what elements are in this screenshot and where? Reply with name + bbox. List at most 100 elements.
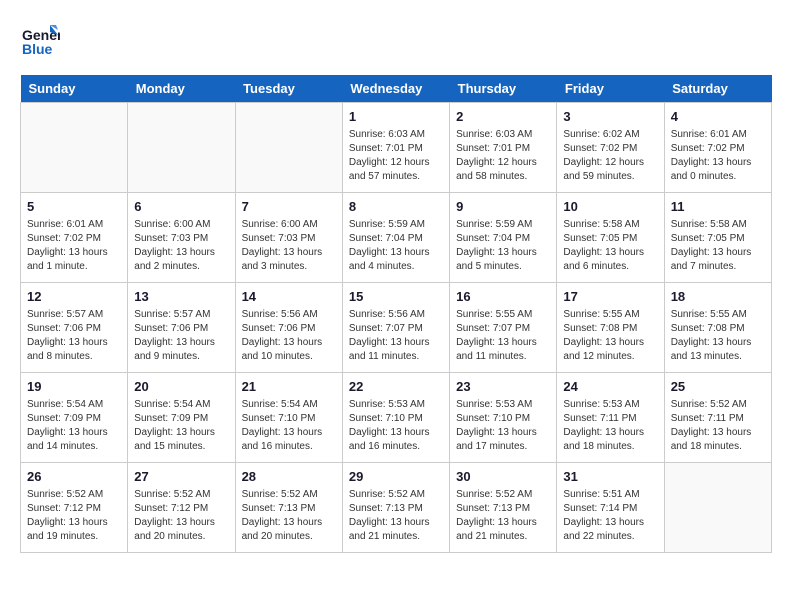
day-number: 12 — [27, 288, 121, 306]
day-header-sunday: Sunday — [21, 75, 128, 103]
calendar-week-4: 19Sunrise: 5:54 AMSunset: 7:09 PMDayligh… — [21, 373, 772, 463]
day-number: 8 — [349, 198, 443, 216]
calendar-cell: 13Sunrise: 5:57 AMSunset: 7:06 PMDayligh… — [128, 283, 235, 373]
calendar-cell: 4Sunrise: 6:01 AMSunset: 7:02 PMDaylight… — [664, 103, 771, 193]
calendar-week-2: 5Sunrise: 6:01 AMSunset: 7:02 PMDaylight… — [21, 193, 772, 283]
day-info: Sunrise: 5:52 AMSunset: 7:12 PMDaylight:… — [134, 488, 228, 544]
day-info: Sunrise: 5:57 AMSunset: 7:06 PMDaylight:… — [134, 308, 228, 364]
day-number: 6 — [134, 198, 228, 216]
day-number: 30 — [456, 468, 550, 486]
day-info: Sunrise: 5:52 AMSunset: 7:13 PMDaylight:… — [242, 488, 336, 544]
calendar-cell: 16Sunrise: 5:55 AMSunset: 7:07 PMDayligh… — [450, 283, 557, 373]
day-info: Sunrise: 6:00 AMSunset: 7:03 PMDaylight:… — [242, 218, 336, 274]
calendar-cell: 19Sunrise: 5:54 AMSunset: 7:09 PMDayligh… — [21, 373, 128, 463]
calendar-cell: 2 Sunrise: 6:03 AMSunset: 7:01 PMDaylight… — [450, 103, 557, 193]
day-info: Sunrise: 5:52 AMSunset: 7:13 PMDaylight:… — [456, 488, 550, 544]
calendar-cell: 29 Sunrise: 5:52 AMSunset: 7:13 PMDayligh… — [342, 463, 449, 553]
calendar-cell: 11 Sunrise: 5:58 AMSunset: 7:05 PMDayligh… — [664, 193, 771, 283]
day-info: Sunrise: 5:55 AMSunset: 7:08 PMDaylight:… — [671, 308, 765, 364]
calendar-week-3: 12 Sunrise: 5:57 AMSunset: 7:06 PMDayligh… — [21, 283, 772, 373]
day-number: 26 — [27, 468, 121, 486]
calendar-cell: 24 Sunrise: 5:53 AMSunset: 7:11 PMDayligh… — [557, 373, 664, 463]
calendar-cell: 21 Sunrise: 5:54 AMSunset: 7:10 PMDayligh… — [235, 373, 342, 463]
calendar-cell: 12 Sunrise: 5:57 AMSunset: 7:06 PMDayligh… — [21, 283, 128, 373]
day-info: Sunrise: 5:55 AMSunset: 7:07 PMDaylight:… — [456, 308, 550, 364]
day-info: Sunrise: 5:57 AMSunset: 7:06 PMDaylight:… — [27, 308, 121, 364]
calendar-cell: 25 Sunrise: 5:52 AMSunset: 7:11 PMDayligh… — [664, 373, 771, 463]
day-number: 25 — [671, 378, 765, 396]
logo-icon: General Blue — [20, 20, 60, 65]
page-header: General Blue — [20, 20, 772, 65]
day-number: 11 — [671, 198, 765, 216]
day-number: 20 — [134, 378, 228, 396]
day-info: Sunrise: 6:00 AMSunset: 7:03 PMDaylight:… — [134, 218, 228, 274]
calendar-cell: 10Sunrise: 5:58 AMSunset: 7:05 PMDayligh… — [557, 193, 664, 283]
calendar-cell: 20 Sunrise: 5:54 AMSunset: 7:09 PMDayligh… — [128, 373, 235, 463]
day-number: 9 — [456, 198, 550, 216]
day-number: 2 — [456, 108, 550, 126]
calendar-week-5: 26 Sunrise: 5:52 AMSunset: 7:12 PMDayligh… — [21, 463, 772, 553]
day-info: Sunrise: 6:01 AMSunset: 7:02 PMDaylight:… — [671, 128, 765, 184]
calendar-cell: 7 Sunrise: 6:00 AMSunset: 7:03 PMDaylight… — [235, 193, 342, 283]
day-info: Sunrise: 5:52 AMSunset: 7:13 PMDaylight:… — [349, 488, 443, 544]
calendar-body: 1 Sunrise: 6:03 AMSunset: 7:01 PMDaylight… — [21, 103, 772, 553]
calendar-cell — [21, 103, 128, 193]
day-number: 7 — [242, 198, 336, 216]
day-info: Sunrise: 5:54 AMSunset: 7:10 PMDaylight:… — [242, 398, 336, 454]
calendar-cell: 28 Sunrise: 5:52 AMSunset: 7:13 PMDayligh… — [235, 463, 342, 553]
day-info: Sunrise: 5:51 AMSunset: 7:14 PMDaylight:… — [563, 488, 657, 544]
day-info: Sunrise: 5:53 AMSunset: 7:11 PMDaylight:… — [563, 398, 657, 454]
calendar-cell: 22 Sunrise: 5:53 AMSunset: 7:10 PMDayligh… — [342, 373, 449, 463]
calendar-cell — [235, 103, 342, 193]
day-header-thursday: Thursday — [450, 75, 557, 103]
calendar-cell: 18 Sunrise: 5:55 AMSunset: 7:08 PMDayligh… — [664, 283, 771, 373]
day-header-monday: Monday — [128, 75, 235, 103]
day-info: Sunrise: 5:59 AMSunset: 7:04 PMDaylight:… — [349, 218, 443, 274]
calendar-cell: 27Sunrise: 5:52 AMSunset: 7:12 PMDayligh… — [128, 463, 235, 553]
day-number: 15 — [349, 288, 443, 306]
day-info: Sunrise: 5:54 AMSunset: 7:09 PMDaylight:… — [27, 398, 121, 454]
day-number: 18 — [671, 288, 765, 306]
day-number: 21 — [242, 378, 336, 396]
day-number: 28 — [242, 468, 336, 486]
day-number: 1 — [349, 108, 443, 126]
calendar-table: SundayMondayTuesdayWednesdayThursdayFrid… — [20, 75, 772, 553]
day-info: Sunrise: 6:03 AMSunset: 7:01 PMDaylight:… — [349, 128, 443, 184]
day-number: 23 — [456, 378, 550, 396]
svg-text:Blue: Blue — [22, 41, 53, 57]
day-info: Sunrise: 6:03 AMSunset: 7:01 PMDaylight:… — [456, 128, 550, 184]
calendar-cell: 17Sunrise: 5:55 AMSunset: 7:08 PMDayligh… — [557, 283, 664, 373]
day-info: Sunrise: 5:53 AMSunset: 7:10 PMDaylight:… — [349, 398, 443, 454]
calendar-cell: 14 Sunrise: 5:56 AMSunset: 7:06 PMDayligh… — [235, 283, 342, 373]
calendar-cell: 6 Sunrise: 6:00 AMSunset: 7:03 PMDaylight… — [128, 193, 235, 283]
calendar-cell: 23 Sunrise: 5:53 AMSunset: 7:10 PMDayligh… — [450, 373, 557, 463]
calendar-cell: 26 Sunrise: 5:52 AMSunset: 7:12 PMDayligh… — [21, 463, 128, 553]
day-info: Sunrise: 5:52 AMSunset: 7:11 PMDaylight:… — [671, 398, 765, 454]
day-number: 22 — [349, 378, 443, 396]
calendar-cell: 31 Sunrise: 5:51 AMSunset: 7:14 PMDayligh… — [557, 463, 664, 553]
day-number: 3 — [563, 108, 657, 126]
day-info: Sunrise: 5:54 AMSunset: 7:09 PMDaylight:… — [134, 398, 228, 454]
day-number: 14 — [242, 288, 336, 306]
calendar-cell: 30 Sunrise: 5:52 AMSunset: 7:13 PMDayligh… — [450, 463, 557, 553]
day-header-friday: Friday — [557, 75, 664, 103]
day-info: Sunrise: 5:52 AMSunset: 7:12 PMDaylight:… — [27, 488, 121, 544]
calendar-cell — [664, 463, 771, 553]
day-number: 31 — [563, 468, 657, 486]
day-number: 29 — [349, 468, 443, 486]
day-header-tuesday: Tuesday — [235, 75, 342, 103]
calendar-cell: 5Sunrise: 6:01 AMSunset: 7:02 PMDaylight… — [21, 193, 128, 283]
calendar-cell: 3 Sunrise: 6:02 AMSunset: 7:02 PMDaylight… — [557, 103, 664, 193]
day-info: Sunrise: 5:59 AMSunset: 7:04 PMDaylight:… — [456, 218, 550, 274]
calendar-cell: 1 Sunrise: 6:03 AMSunset: 7:01 PMDaylight… — [342, 103, 449, 193]
calendar-cell: 9 Sunrise: 5:59 AMSunset: 7:04 PMDaylight… — [450, 193, 557, 283]
day-info: Sunrise: 5:58 AMSunset: 7:05 PMDaylight:… — [671, 218, 765, 274]
day-info: Sunrise: 6:01 AMSunset: 7:02 PMDaylight:… — [27, 218, 121, 274]
calendar-cell: 15Sunrise: 5:56 AMSunset: 7:07 PMDayligh… — [342, 283, 449, 373]
day-info: Sunrise: 6:02 AMSunset: 7:02 PMDaylight:… — [563, 128, 657, 184]
day-info: Sunrise: 5:56 AMSunset: 7:06 PMDaylight:… — [242, 308, 336, 364]
day-number: 17 — [563, 288, 657, 306]
day-info: Sunrise: 5:53 AMSunset: 7:10 PMDaylight:… — [456, 398, 550, 454]
day-header-wednesday: Wednesday — [342, 75, 449, 103]
day-number: 24 — [563, 378, 657, 396]
